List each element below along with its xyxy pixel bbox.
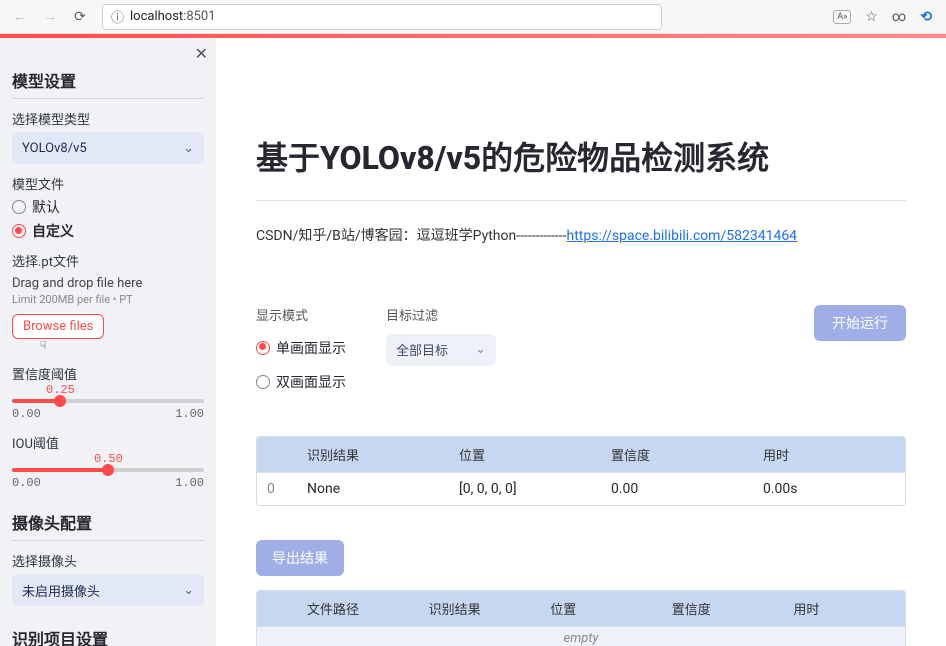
td-result: None <box>297 473 449 505</box>
empty-row: empty <box>257 626 905 646</box>
th2-result: 识别结果 <box>419 591 541 626</box>
page-title: 基于YOLOv8/v5的危险物品检测系统 <box>256 138 906 180</box>
model-file-label: 模型文件 <box>12 174 204 193</box>
nav-forward-icon: → <box>38 5 62 29</box>
run-button[interactable]: 开始运行 <box>814 305 906 341</box>
info-icon: ⓘ <box>111 7 124 26</box>
export-button[interactable]: 导出结果 <box>256 540 344 576</box>
th2-idx <box>257 591 297 626</box>
conf-fill <box>12 399 60 403</box>
url-text: localhost:8501 <box>130 9 216 24</box>
export-table-header: 文件路径 识别结果 位置 置信度 用时 <box>257 591 905 626</box>
display-double-radio[interactable]: 双画面显示 <box>256 372 346 392</box>
radio-default[interactable]: 默认 <box>12 197 204 217</box>
select-model-type-label: 选择模型类型 <box>12 109 204 128</box>
camera-header: 摄像头配置 <box>12 510 204 541</box>
radio-custom[interactable]: 自定义 <box>12 221 204 241</box>
credits-link[interactable]: https://space.bilibili.com/582341464 <box>567 228 798 244</box>
iou-min: 0.00 <box>12 476 41 490</box>
td-idx: 0 <box>257 473 297 505</box>
iou-thumb[interactable] <box>102 464 114 476</box>
radio-icon <box>12 224 26 238</box>
th-pos: 位置 <box>449 437 601 472</box>
favorite-icon[interactable]: ☆ <box>865 9 878 25</box>
camera-value: 未启用摄像头 <box>22 581 100 600</box>
th-idx <box>257 437 297 472</box>
iou-track[interactable] <box>12 468 204 472</box>
iou-fill <box>12 468 108 472</box>
display-mode-label: 显示模式 <box>256 305 346 324</box>
detect-header: 识别项目设置 <box>12 626 204 646</box>
conf-thumb[interactable] <box>54 395 66 407</box>
file-uploader[interactable]: Drag and drop file here Limit 200MB per … <box>12 276 204 352</box>
conf-value: 0.25 <box>46 383 204 397</box>
nav-back-icon[interactable]: ← <box>8 5 32 29</box>
collections-icon[interactable]: ∞ <box>892 9 906 25</box>
table-row: 0 None [0, 0, 0, 0] 0.00 0.00s <box>257 472 905 505</box>
conf-min: 0.00 <box>12 407 41 421</box>
display-single-radio[interactable]: 单画面显示 <box>256 338 346 358</box>
table-header-row: 识别结果 位置 置信度 用时 <box>257 437 905 472</box>
target-filter-value: 全部目标 <box>396 340 448 359</box>
credits-prefix: CSDN/知乎/B站/博客园：逗逗班学Python------------- <box>256 228 567 244</box>
th-time: 用时 <box>753 437 905 472</box>
chevron-down-icon: ⌄ <box>183 583 194 598</box>
display-mode-group: 显示模式 单画面显示 双画面显示 <box>256 305 346 396</box>
select-pt-label: 选择.pt文件 <box>12 251 204 270</box>
th2-conf: 置信度 <box>662 591 784 626</box>
model-type-value: YOLOv8/v5 <box>22 141 87 156</box>
results-table: 识别结果 位置 置信度 用时 0 None [0, 0, 0, 0] 0.00 … <box>256 436 906 506</box>
iou-slider[interactable]: IOU阈值 0.50 0.00 1.00 <box>12 433 204 490</box>
export-table: 文件路径 识别结果 位置 置信度 用时 empty <box>256 590 906 646</box>
th2-path: 文件路径 <box>297 591 419 626</box>
conf-label: 置信度阈值 <box>12 364 204 383</box>
sidebar: ✕ 模型设置 选择模型类型 YOLOv8/v5 ⌄ 模型文件 默认 自定义 选择… <box>0 38 216 646</box>
copilot-icon[interactable]: ⟲ <box>920 9 932 25</box>
browse-files-button[interactable]: Browse files <box>12 314 104 339</box>
radio-custom-label: 自定义 <box>32 221 74 241</box>
controls-row: 显示模式 单画面显示 双画面显示 目标过滤 全部目标 ⌄ 开始运行 <box>256 305 906 396</box>
conf-max: 1.00 <box>175 407 204 421</box>
nav-reload-icon[interactable]: ⟳ <box>68 5 92 29</box>
th-conf: 置信度 <box>601 437 753 472</box>
camera-select[interactable]: 未启用摄像头 ⌄ <box>12 574 204 606</box>
target-filter-group: 目标过滤 全部目标 ⌄ <box>386 305 496 366</box>
iou-label: IOU阈值 <box>12 433 204 452</box>
select-camera-label: 选择摄像头 <box>12 551 204 570</box>
model-settings-header: 模型设置 <box>12 68 204 99</box>
display-single-label: 单画面显示 <box>276 338 346 358</box>
cursor-hand-icon: ☟ <box>40 339 204 352</box>
chevron-down-icon: ⌄ <box>475 342 486 357</box>
th2-time: 用时 <box>783 591 905 626</box>
td-time: 0.00s <box>753 473 905 505</box>
radio-icon <box>256 341 270 355</box>
td-conf: 0.00 <box>601 473 753 505</box>
display-double-label: 双画面显示 <box>276 372 346 392</box>
close-sidebar-icon[interactable]: ✕ <box>195 44 208 63</box>
confidence-slider[interactable]: 置信度阈值 0.25 0.00 1.00 <box>12 364 204 421</box>
model-type-select[interactable]: YOLOv8/v5 ⌄ <box>12 132 204 164</box>
radio-icon <box>256 375 270 389</box>
th2-pos: 位置 <box>540 591 662 626</box>
chevron-down-icon: ⌄ <box>183 141 194 156</box>
upload-hint: Drag and drop file here <box>12 276 204 291</box>
td-pos: [0, 0, 0, 0] <box>449 473 601 505</box>
target-filter-label: 目标过滤 <box>386 305 496 324</box>
divider <box>256 200 906 201</box>
upload-limit: Limit 200MB per file • PT <box>12 293 204 306</box>
credits: CSDN/知乎/B站/博客园：逗逗班学Python-------------ht… <box>256 225 906 245</box>
address-bar[interactable]: ⓘ localhost:8501 <box>102 4 662 30</box>
th-result: 识别结果 <box>297 437 449 472</box>
radio-icon <box>12 200 26 214</box>
conf-track[interactable] <box>12 399 204 403</box>
iou-max: 1.00 <box>175 476 204 490</box>
target-filter-select[interactable]: 全部目标 ⌄ <box>386 334 496 366</box>
read-aloud-icon[interactable]: A» <box>833 10 851 24</box>
browser-toolbar: ← → ⟳ ⓘ localhost:8501 A» ☆ ∞ ⟲ <box>0 0 946 34</box>
main-content: 基于YOLOv8/v5的危险物品检测系统 CSDN/知乎/B站/博客园：逗逗班学… <box>216 38 946 646</box>
radio-default-label: 默认 <box>32 197 60 217</box>
